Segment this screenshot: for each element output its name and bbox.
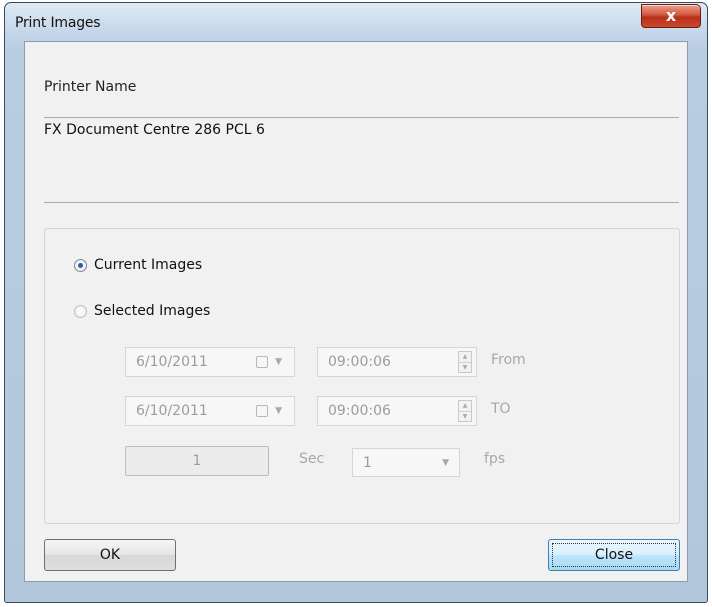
to-time-spinner[interactable]: ▲ ▼ (458, 400, 472, 422)
from-date-picker[interactable]: 6/10/2011 ▼ (125, 347, 295, 377)
ok-button[interactable]: OK (44, 539, 176, 571)
window-close-button[interactable]: x (641, 4, 701, 28)
print-options-group: Current Images Selected Images 6/10/2011… (44, 228, 680, 524)
printer-name-label: Printer Name (44, 79, 137, 95)
calendar-icon (256, 356, 268, 368)
print-images-dialog: Print Images x Printer Name FX Document … (4, 2, 708, 603)
fps-value: 1 (363, 455, 372, 471)
close-icon: x (665, 6, 677, 25)
calendar-icon (256, 405, 268, 417)
current-images-radio[interactable] (74, 258, 87, 272)
fps-select[interactable]: 1 ▼ (352, 448, 460, 477)
close-button[interactable]: Close (548, 539, 680, 571)
dialog-body: Printer Name FX Document Centre 286 PCL … (24, 41, 688, 582)
seconds-value: 1 (192, 453, 202, 469)
selected-images-label: Selected Images (94, 303, 211, 319)
chevron-down-icon: ▼ (275, 406, 282, 416)
close-label: Close (594, 547, 634, 563)
ok-label: OK (99, 547, 121, 563)
to-time-value: 09:00:06 (328, 403, 391, 419)
current-images-label: Current Images (94, 257, 203, 273)
to-date-value: 6/10/2011 (136, 403, 208, 419)
from-label: From (491, 352, 526, 368)
from-time-spinner[interactable]: ▲ ▼ (458, 351, 472, 373)
to-label: TO (491, 401, 511, 417)
to-time-input[interactable]: 09:00:06 ▲ ▼ (317, 396, 477, 426)
to-date-picker[interactable]: 6/10/2011 ▼ (125, 396, 295, 426)
spin-up-icon[interactable]: ▲ (459, 401, 471, 411)
chevron-down-icon: ▼ (442, 458, 449, 468)
chevron-down-icon: ▼ (275, 357, 282, 367)
window-title: Print Images (15, 15, 101, 31)
selected-images-option[interactable]: Selected Images (74, 303, 210, 319)
seconds-label: Sec (299, 451, 325, 467)
spin-down-icon[interactable]: ▼ (459, 411, 471, 422)
from-time-value: 09:00:06 (328, 354, 391, 370)
seconds-field[interactable]: 1 (125, 446, 269, 476)
divider (44, 117, 679, 118)
divider (44, 202, 679, 203)
fps-label: fps (484, 451, 506, 467)
printer-name-value: FX Document Centre 286 PCL 6 (44, 122, 265, 138)
spin-down-icon[interactable]: ▼ (459, 362, 471, 373)
spin-up-icon[interactable]: ▲ (459, 352, 471, 362)
title-bar[interactable]: Print Images x (5, 3, 707, 41)
from-time-input[interactable]: 09:00:06 ▲ ▼ (317, 347, 477, 377)
from-date-value: 6/10/2011 (136, 354, 208, 370)
current-images-option[interactable]: Current Images (74, 257, 202, 273)
selected-images-radio[interactable] (74, 304, 87, 318)
